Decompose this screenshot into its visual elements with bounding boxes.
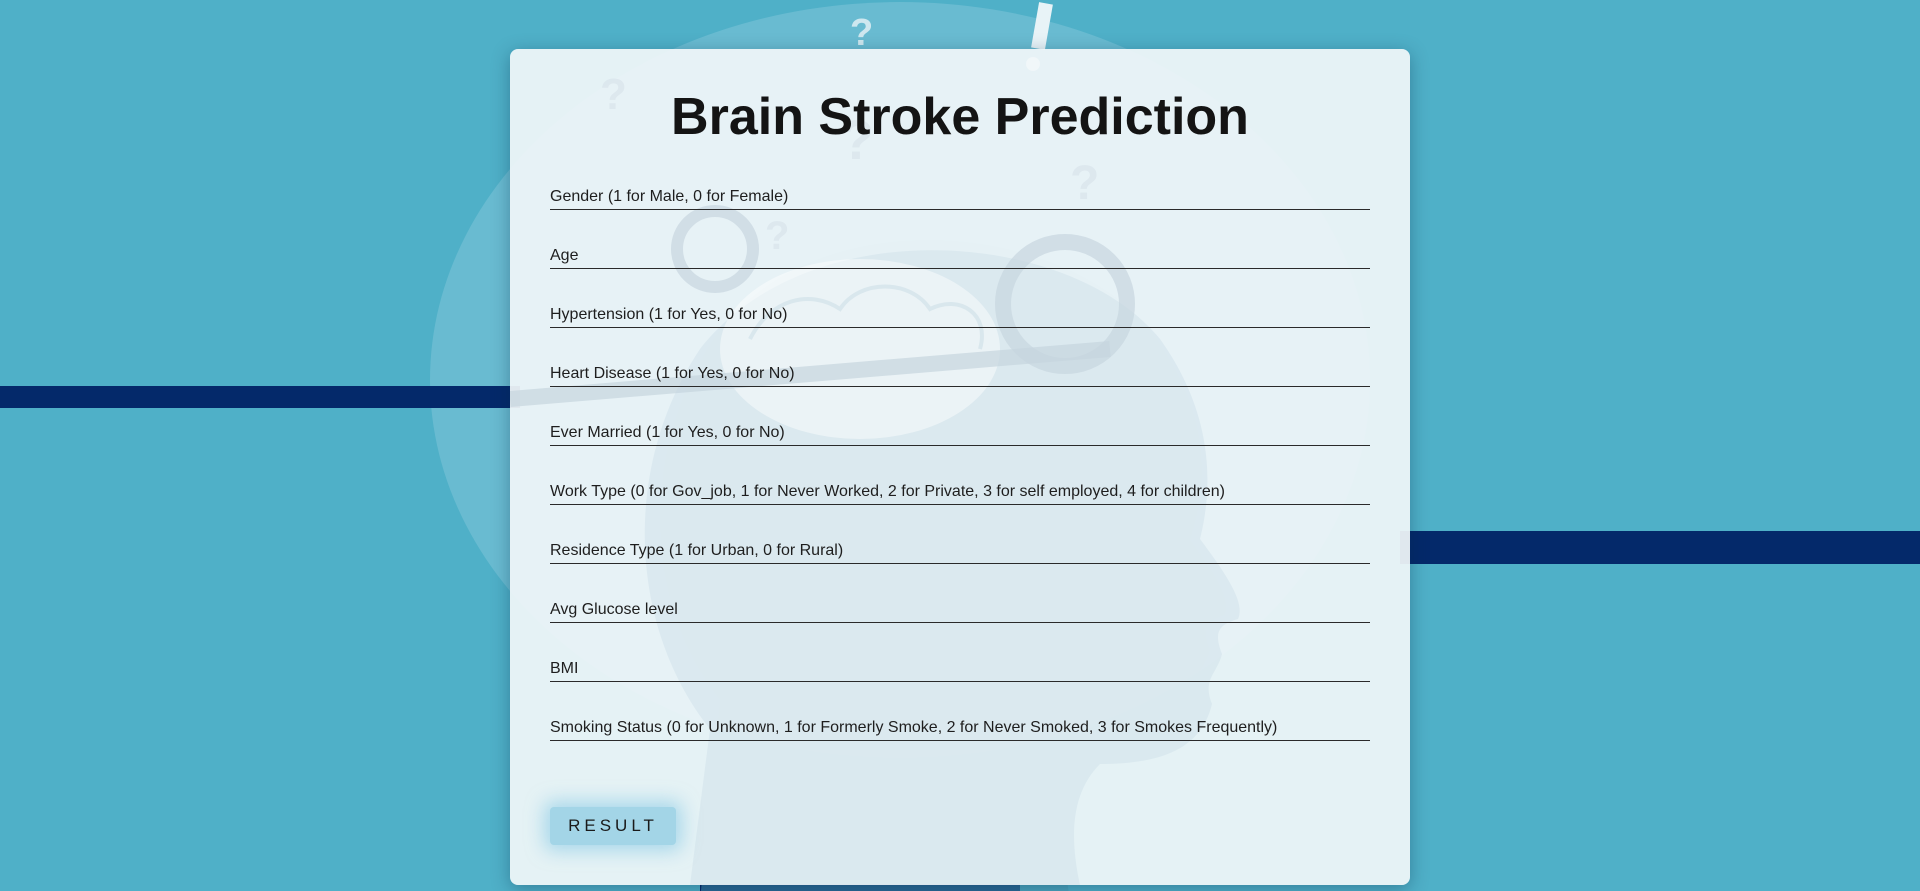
form-field [550,184,1370,243]
work-type-input[interactable] [550,479,1370,505]
form-field [550,361,1370,420]
form-field [550,479,1370,538]
prediction-form-card: ? ? ? ? Brain Stroke Prediction Gender (… [510,49,1410,885]
ever-married-input[interactable] [550,420,1370,446]
form-field [550,302,1370,361]
form-field [550,420,1370,479]
age-input[interactable] [550,243,1370,269]
gender-input[interactable] [550,184,1370,210]
avg-glucose-level-input[interactable] [550,597,1370,623]
form-field [550,715,1370,774]
form-field [550,656,1370,715]
svg-text:?: ? [850,12,873,54]
form-field [550,538,1370,597]
right-stripe [1400,531,1920,564]
form-field [550,597,1370,656]
form-field [550,243,1370,302]
result-button[interactable]: RESULT [550,807,676,845]
heart-disease-input[interactable] [550,361,1370,387]
input-fields [550,184,1370,774]
smoking-status-input[interactable] [550,715,1370,741]
page-title: Brain Stroke Prediction [671,88,1249,146]
residence-type-input[interactable] [550,538,1370,564]
left-stripe [0,386,520,408]
bmi-input[interactable] [550,656,1370,682]
hypertension-input[interactable] [550,302,1370,328]
